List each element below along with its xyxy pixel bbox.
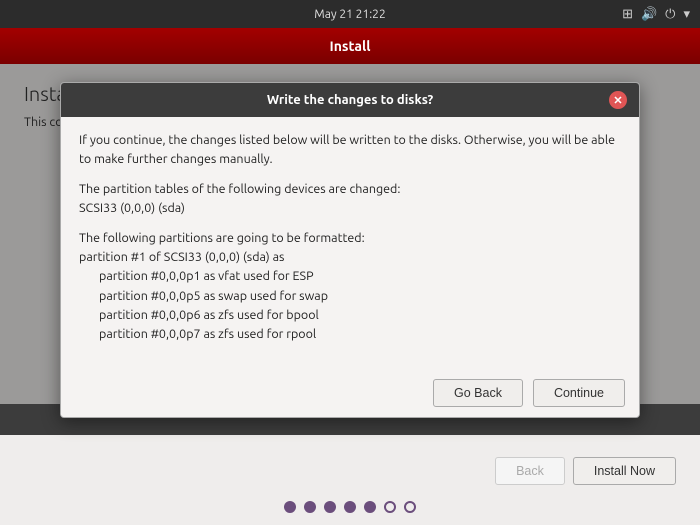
content-area: Installation type This computer currentl… [0,64,700,404]
progress-dot-5 [364,501,376,513]
format-label: The following partitions are going to be… [79,229,621,248]
format-line1: partition #1 of SCSI33 (0,0,0) (sda) as [79,248,621,267]
format-line3: partition #0,0,0p5 as swap used for swap [79,287,621,306]
modal-body: If you continue, the changes listed belo… [61,117,639,369]
partition-table-label: The partition tables of the following de… [79,180,621,199]
install-now-button[interactable]: Install Now [573,457,676,485]
partition-table-value: SCSI33 (0,0,0) (sda) [79,199,621,218]
volume-icon: 🔊 [641,7,657,22]
power-icon: ⏻ [665,7,675,22]
partition-table-info: The partition tables of the following de… [79,180,621,219]
format-line4: partition #0,0,0p6 as zfs used for bpool [79,306,621,325]
modal-footer: Go Back Continue [61,369,639,417]
modal-title: Write the changes to disks? [91,93,609,107]
title-label: Install [330,38,371,54]
bottom-bar: Back Install Now [0,435,700,525]
network-icon: ⊞ [622,7,633,22]
back-button[interactable]: Back [495,457,565,485]
go-back-button[interactable]: Go Back [433,379,523,407]
topbar: May 21 21:22 ⊞ 🔊 ⏻ ▾ [0,0,700,28]
partitions-to-format: The following partitions are going to be… [79,229,621,345]
progress-dot-1 [284,501,296,513]
progress-dot-3 [324,501,336,513]
modal-overlay: Write the changes to disks? ✕ If you con… [0,64,700,404]
modal-para1: If you continue, the changes listed belo… [79,131,621,170]
arrow-icon: ▾ [683,7,690,22]
nav-buttons: Back Install Now [495,457,700,485]
progress-dots [284,501,416,513]
progress-dot-4 [344,501,356,513]
modal-close-button[interactable]: ✕ [609,91,627,109]
titlebar: Install [0,28,700,64]
topbar-icons: ⊞ 🔊 ⏻ ▾ [622,7,690,22]
continue-button[interactable]: Continue [533,379,625,407]
progress-dot-6 [384,501,396,513]
progress-dot-7 [404,501,416,513]
progress-dot-2 [304,501,316,513]
format-line5: partition #0,0,0p7 as zfs used for rpool [79,325,621,344]
modal-header: Write the changes to disks? ✕ [61,83,639,117]
datetime: May 21 21:22 [314,8,385,21]
format-line2: partition #0,0,0p1 as vfat used for ESP [79,267,621,286]
modal-dialog: Write the changes to disks? ✕ If you con… [60,82,640,418]
